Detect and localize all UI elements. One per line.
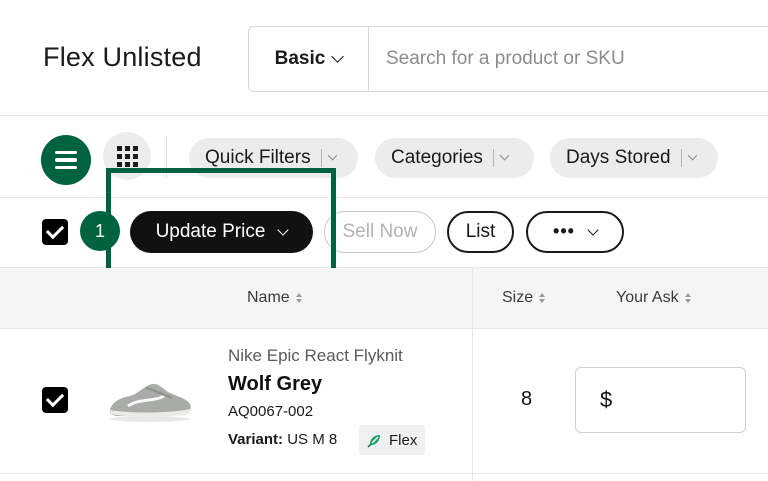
sort-icon (539, 293, 546, 303)
flex-tag-label: Flex (389, 431, 418, 449)
product-sku: AQ0067-002 (228, 403, 314, 420)
categories-dropdown[interactable]: Categories (375, 138, 534, 178)
grid-view-button[interactable] (103, 132, 151, 180)
days-stored-label: Days Stored (566, 147, 671, 168)
search-scope-label: Basic (274, 48, 326, 69)
quick-filters-label: Quick Filters (205, 147, 311, 168)
column-header-size[interactable]: Size (502, 289, 546, 307)
chevron-down-icon (587, 223, 599, 236)
product-colorway: Wolf Grey (228, 373, 323, 395)
column-header-your-ask[interactable]: Your Ask (616, 289, 691, 307)
column-header-name[interactable]: Name (247, 289, 302, 307)
flex-icon (367, 435, 380, 448)
update-price-label: Update Price (155, 221, 266, 242)
flex-program-tag: Flex (359, 425, 426, 455)
product-name: Nike Epic React Flyknit (228, 346, 403, 365)
search-input[interactable] (369, 27, 768, 91)
list-button[interactable]: List (447, 211, 514, 253)
list-view-button[interactable] (41, 135, 91, 185)
selected-count-badge: 1 (80, 211, 120, 251)
update-price-button[interactable]: Update Price (130, 211, 313, 253)
ask-price-input[interactable]: $ (575, 367, 746, 433)
toolbar-divider (166, 136, 167, 178)
sell-now-button[interactable]: Sell Now (324, 211, 436, 253)
categories-label: Categories (391, 147, 483, 168)
sort-icon (295, 293, 302, 303)
chevron-down-icon (277, 223, 290, 236)
quick-filters-dropdown[interactable]: Quick Filters (189, 138, 358, 178)
product-variant: Variant: US M 8 (228, 431, 338, 448)
row-checkbox[interactable] (42, 387, 68, 413)
chevron-down-icon (687, 150, 697, 161)
list-label: List (465, 221, 496, 242)
days-stored-dropdown[interactable]: Days Stored (550, 138, 718, 178)
chevron-down-icon (499, 150, 510, 161)
currency-symbol: $ (600, 387, 613, 412)
chevron-down-icon (327, 150, 338, 161)
size-value: 8 (521, 388, 533, 410)
header: Flex Unlisted Basic (0, 0, 768, 116)
chevron-down-icon (331, 50, 345, 63)
sort-icon (684, 293, 691, 303)
search-bar: Basic (248, 26, 768, 92)
more-icon: ••• (553, 220, 575, 241)
list-icon (55, 150, 77, 155)
page-title: Flex Unlisted (43, 42, 202, 72)
sell-now-label: Sell Now (342, 221, 418, 242)
select-all-checkbox[interactable] (42, 219, 68, 245)
product-image (109, 383, 191, 422)
search-scope-dropdown[interactable]: Basic (249, 27, 369, 91)
grid-icon (116, 145, 122, 151)
more-actions-button[interactable]: ••• (526, 211, 624, 253)
